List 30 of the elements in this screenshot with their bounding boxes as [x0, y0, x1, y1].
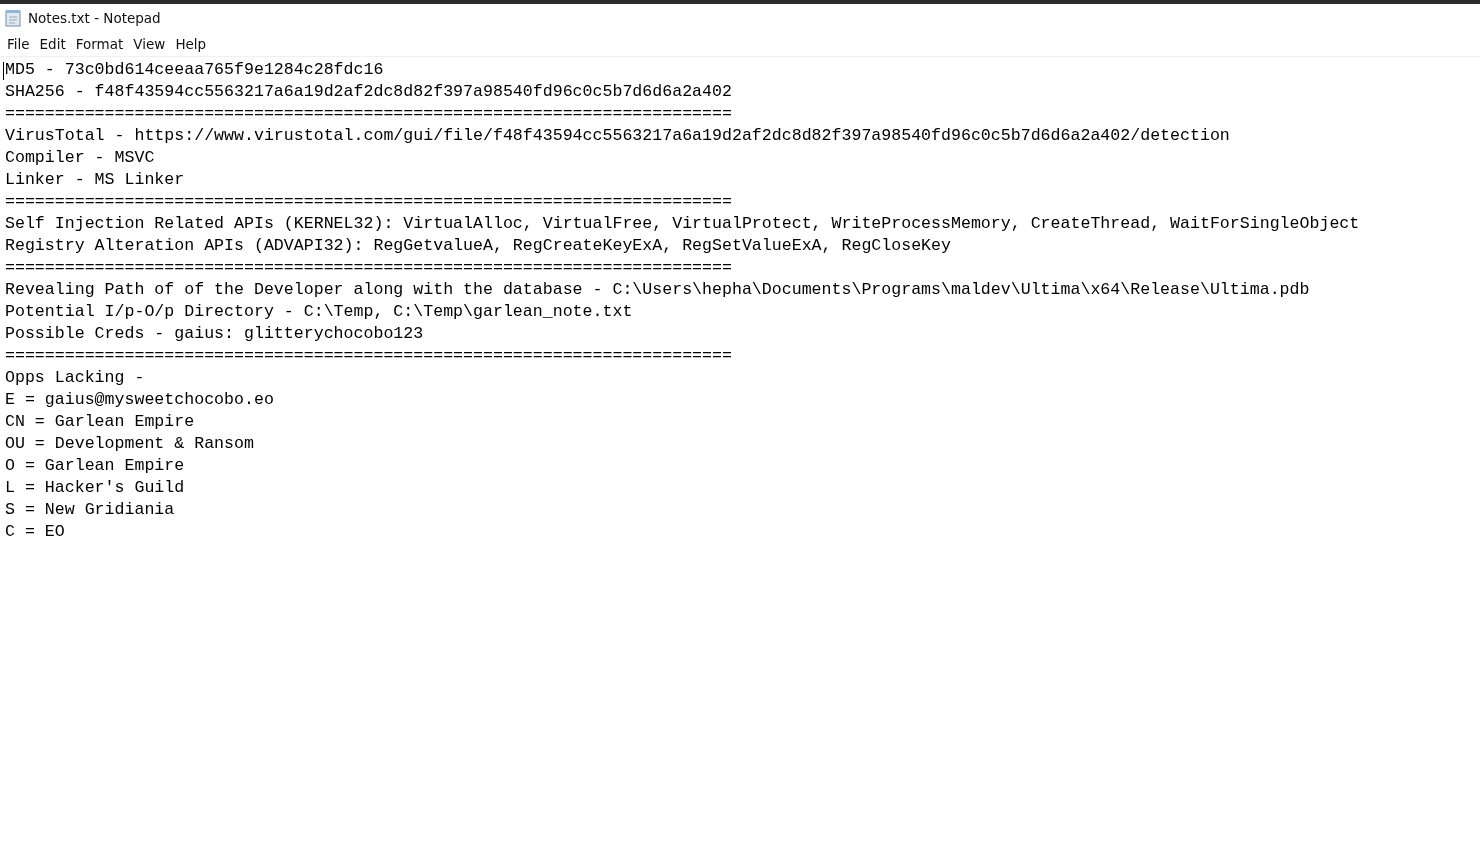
text-line: =========================================================================	[5, 257, 732, 279]
text-line: =========================================================================	[5, 103, 732, 125]
menu-item[interactable]: Help	[170, 34, 212, 54]
menu-item[interactable]: File	[2, 34, 35, 54]
text-line: L = Hacker's Guild	[5, 477, 185, 499]
text-line: OU = Development & Ransom	[5, 433, 254, 455]
text-line: Registry Alteration APIs (ADVAPI32): RegGetvalueA, RegCreateKeyExA, RegSetValueExA, RegCloseKey	[5, 235, 951, 257]
notepad-icon	[4, 9, 22, 27]
menu-item[interactable]: Format	[70, 34, 129, 54]
text-line: S = New Gridiania	[5, 499, 175, 521]
text-line: Linker - MS Linker	[5, 169, 185, 191]
text-line: =========================================================================	[5, 345, 732, 367]
window-title: Notes.txt - Notepad	[28, 10, 161, 26]
text-line: E = gaius@mysweetchocobo.eo	[5, 389, 274, 411]
text-line: SHA256 - f48f43594cc5563217a6a19d2af2dc8d82f397a98540fd96c0c5b7d6d6a2a402	[5, 81, 732, 103]
text-line: Self Injection Related APIs (KERNEL32): VirtualAlloc, VirtualFree, VirtualProtect, WriteProcessMemory, CreateThread, WaitForSingleObject	[5, 213, 1360, 235]
text-line: Revealing Path of of the Developer along with the database - C:\Users\hepha\Documents\Programs\maldev\Ultima\x64\Release\Ultima.pdb	[5, 279, 1310, 301]
text-line: VirusTotal - https://www.virustotal.com/gui/file/f48f43594cc5563217a6a19d2af2dc8d82f397a98540fd96c0c5b7d6d6a2a402/detection	[5, 125, 1230, 147]
text-line: Opps Lacking -	[5, 367, 145, 389]
text-line: Possible Creds - gaius: glitterychocobo123	[5, 323, 424, 345]
text-line: Compiler - MSVC	[5, 147, 155, 169]
menu-item[interactable]: View	[128, 34, 171, 54]
text-line: O = Garlean Empire	[5, 455, 185, 477]
text-line: MD5 - 73c0bd614ceeaa765f9e1284c28fdc16	[5, 59, 384, 81]
text-line: CN = Garlean Empire	[5, 411, 195, 433]
text-line: C = EO	[5, 521, 65, 543]
text-line: =========================================================================	[5, 191, 732, 213]
menu-item[interactable]: Edit	[34, 34, 71, 54]
text-cursor	[3, 62, 4, 80]
text-line: Potential I/p-O/p Directory - C:\Temp, C:\Temp\garlean_note.txt	[5, 301, 633, 323]
